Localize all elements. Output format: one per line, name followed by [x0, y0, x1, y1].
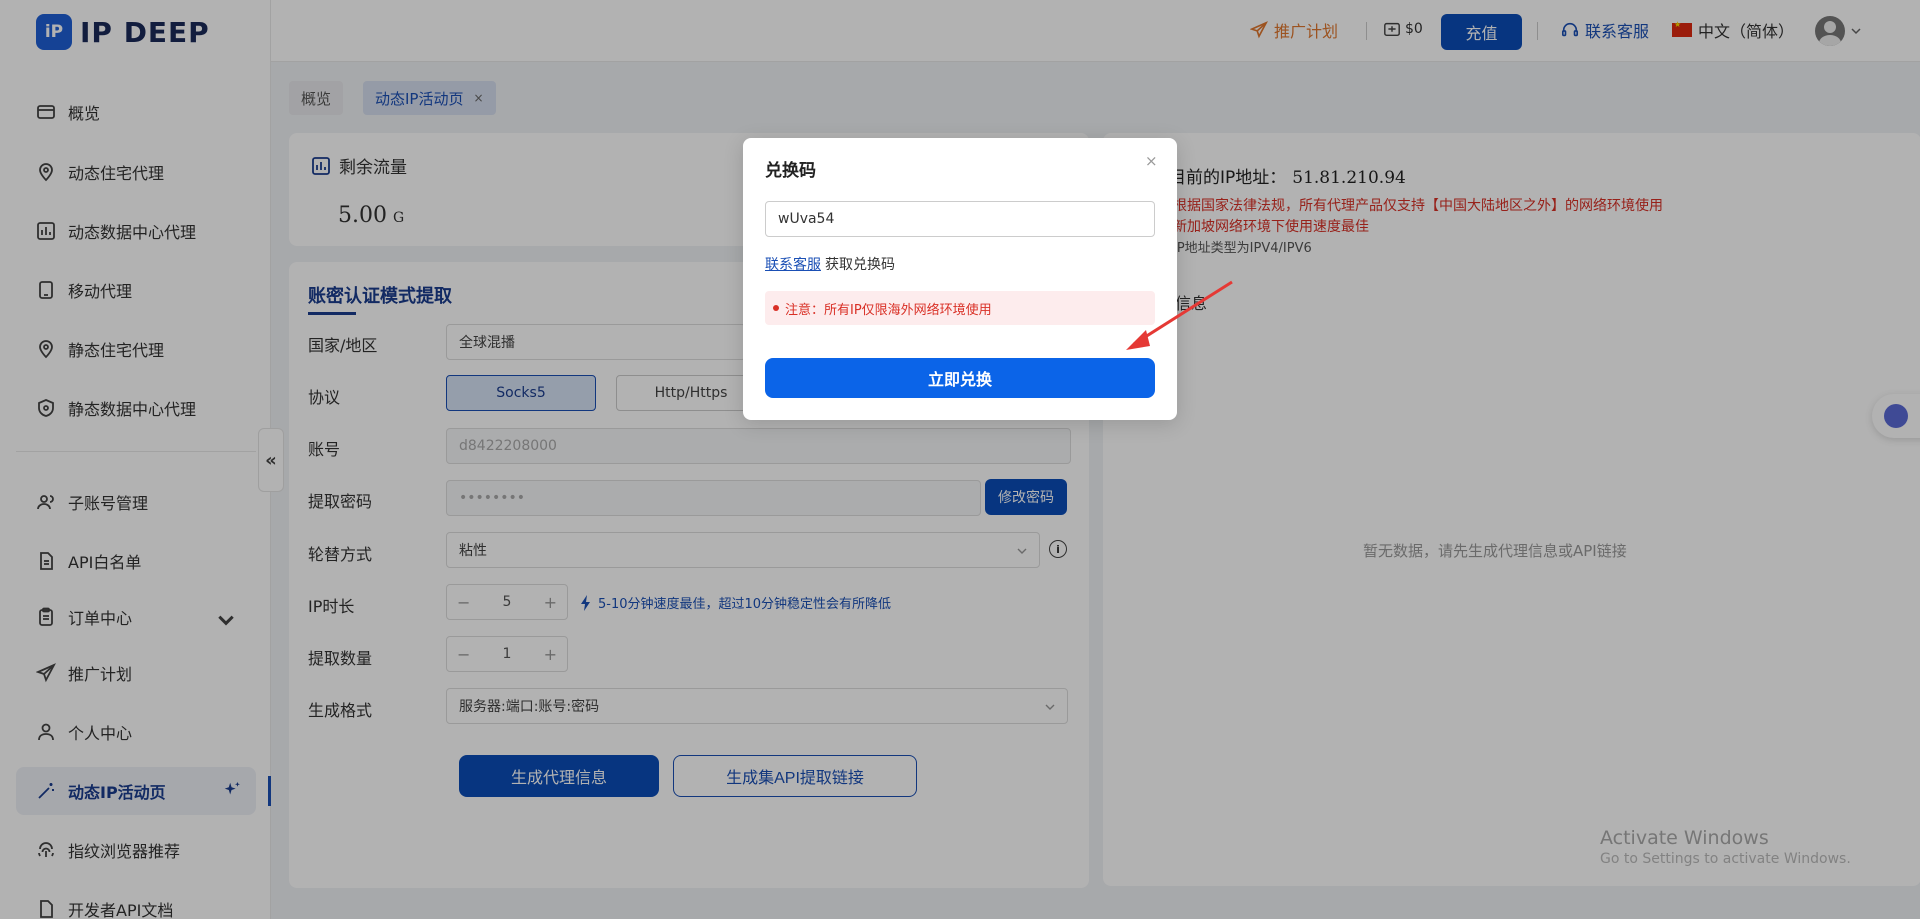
close-icon[interactable]: × [1145, 152, 1158, 170]
notice-banner: 注意：所有IP仅限海外网络环境使用 [765, 291, 1155, 325]
dialog-title: 兑换码 [765, 161, 816, 181]
alert-dot-icon [773, 305, 779, 311]
redeem-now-button[interactable]: 立即兑换 [765, 358, 1155, 398]
annotation-arrow-icon [1126, 280, 1233, 350]
dialog-links: 联系客服 获取兑换码 [765, 254, 895, 274]
get-code-text: 获取兑换码 [825, 257, 895, 273]
redeem-code-dialog: 兑换码 × 联系客服 获取兑换码 注意：所有IP仅限海外网络环境使用 立即兑换 [743, 138, 1177, 420]
redeem-code-input[interactable] [765, 201, 1155, 237]
support-link[interactable]: 联系客服 [765, 254, 821, 274]
notice-text: 注意：所有IP仅限海外网络环境使用 [785, 302, 992, 318]
